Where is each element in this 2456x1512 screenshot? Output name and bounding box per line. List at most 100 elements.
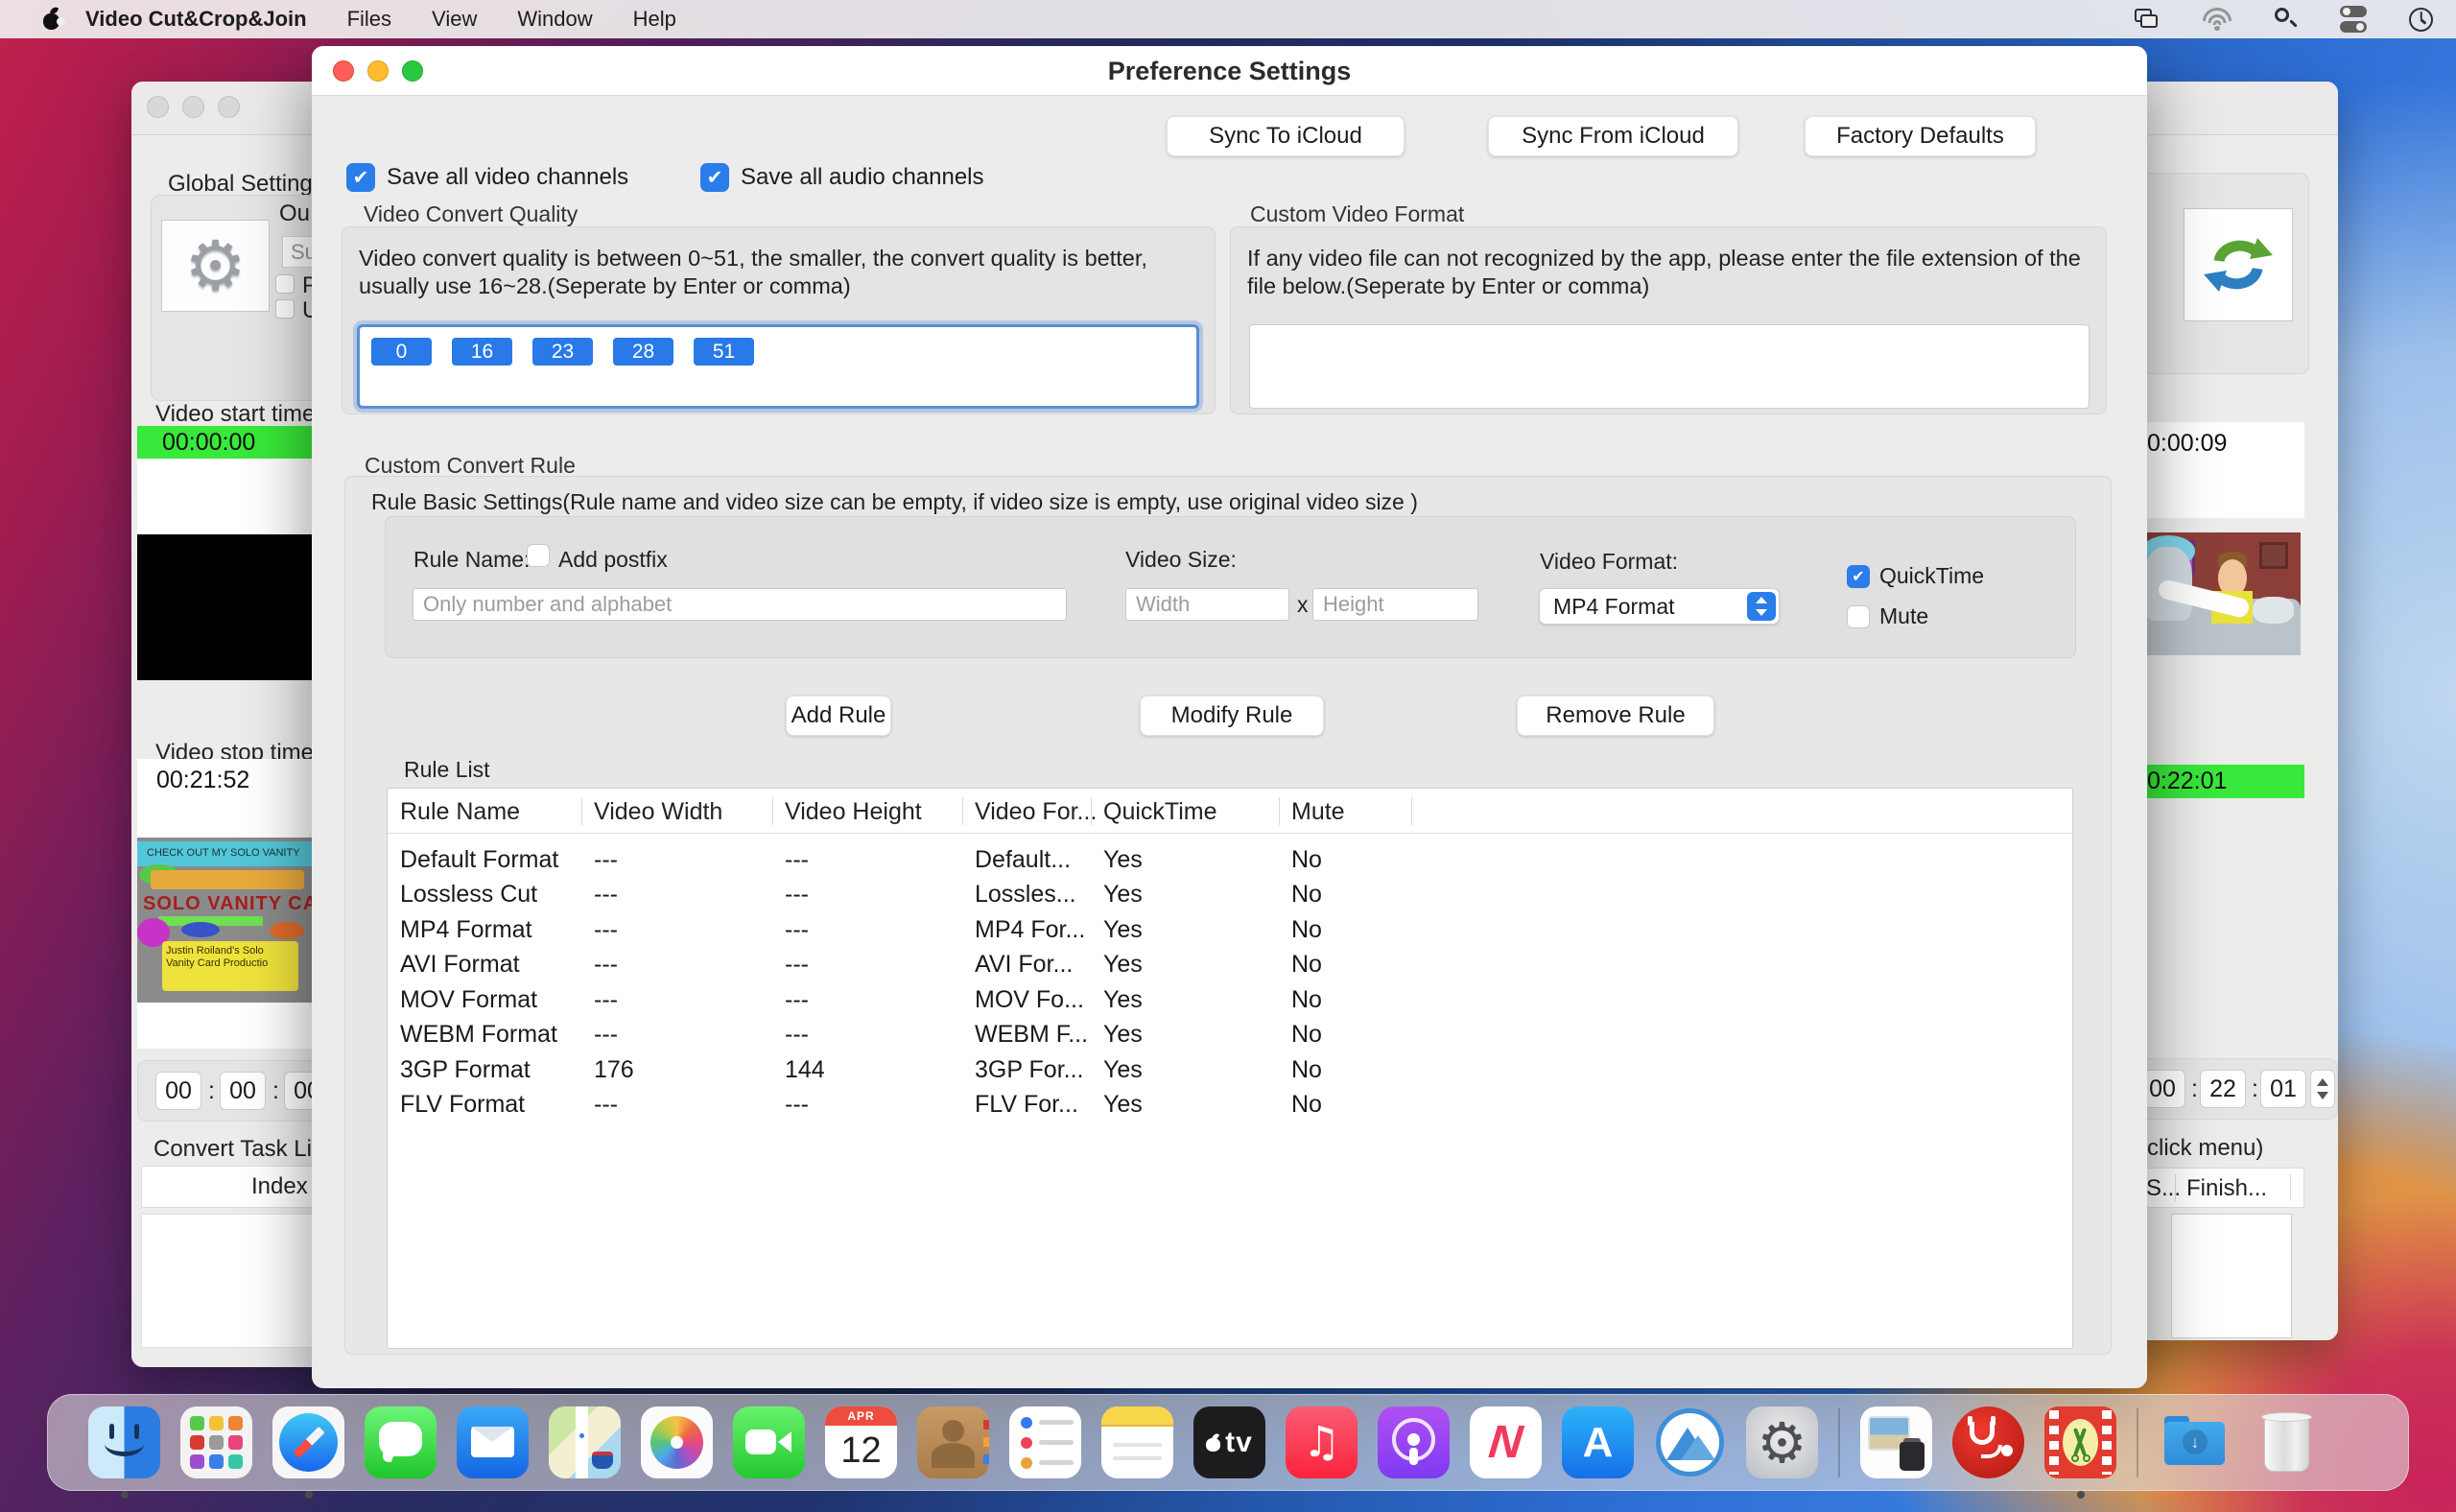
- rule-name-input[interactable]: [413, 588, 1067, 621]
- menu-hint-fragment: -click menu): [2139, 1135, 2263, 1162]
- col-rule-name[interactable]: Rule Name: [400, 798, 520, 826]
- menu-app-name[interactable]: Video Cut&Crop&Join: [85, 7, 307, 32]
- minimize-button-inactive[interactable]: [182, 96, 204, 118]
- table-row[interactable]: WEBM Format------WEBM F...YesNo: [388, 1016, 2072, 1051]
- right-minutes-stepper[interactable]: 22: [2200, 1070, 2246, 1108]
- convert-sync-icon[interactable]: [2184, 208, 2293, 321]
- mute-checkbox[interactable]: [1847, 605, 1870, 628]
- menu-item-window[interactable]: Window: [517, 7, 592, 32]
- dock-divider: [2137, 1408, 2138, 1477]
- table-row[interactable]: AVI Format------AVI For...YesNo: [388, 946, 2072, 981]
- windows-icon[interactable]: [2135, 9, 2160, 30]
- table-row[interactable]: Lossless Cut------Lossles...YesNo: [388, 876, 2072, 911]
- factory-defaults-button[interactable]: Factory Defaults: [1805, 116, 2036, 156]
- dock-podcasts-icon[interactable]: [1378, 1406, 1450, 1478]
- table-row[interactable]: FLV Format------FLV For...YesNo: [388, 1086, 2072, 1122]
- dock-news-icon[interactable]: N: [1470, 1406, 1542, 1478]
- add-postfix-label: Add postfix: [558, 547, 668, 573]
- dock-notes-icon[interactable]: [1101, 1406, 1173, 1478]
- dock-contacts-icon[interactable]: [917, 1406, 989, 1478]
- dock-mountain-app-icon[interactable]: [1654, 1406, 1726, 1478]
- dock-video-cut-crop-join-icon[interactable]: [2044, 1406, 2116, 1478]
- dock-music-icon[interactable]: [1286, 1406, 1358, 1478]
- video-stop-thumbnail: CHECK OUT MY SOLO VANITY SOLO VANITY CAR…: [137, 838, 312, 1003]
- quality-tag[interactable]: 28: [613, 338, 673, 366]
- time-separator: :: [272, 1077, 279, 1105]
- dock-maps-icon[interactable]: [549, 1406, 621, 1478]
- menu-item-files[interactable]: Files: [347, 7, 391, 32]
- col-video-width[interactable]: Video Width: [594, 798, 722, 826]
- rule-name-label: Rule Name:: [413, 547, 530, 573]
- stop-hours-stepper[interactable]: 00: [155, 1072, 201, 1110]
- quality-tag[interactable]: 23: [532, 338, 593, 366]
- save-audio-channels-row[interactable]: Save all audio channels: [700, 163, 984, 192]
- remove-rule-button[interactable]: Remove Rule: [1517, 696, 1714, 736]
- dock-image-watermark-icon[interactable]: [1860, 1406, 1932, 1478]
- table-row[interactable]: Default Format------Default...YesNo: [388, 834, 2072, 876]
- clock-icon[interactable]: [2409, 8, 2433, 32]
- dock-finder-icon[interactable]: [88, 1406, 160, 1478]
- quality-tags-input[interactable]: 0 16 23 28 51: [357, 324, 1199, 409]
- output-label-fragment: Ou: [279, 201, 310, 227]
- gear-icon[interactable]: [161, 220, 270, 312]
- sync-from-icloud-button[interactable]: Sync From iCloud: [1488, 116, 1738, 156]
- dock-stethoscope-app-icon[interactable]: [1952, 1406, 2024, 1478]
- quality-tag[interactable]: 51: [694, 338, 754, 366]
- save-video-checkbox[interactable]: [346, 163, 375, 192]
- table-row[interactable]: MP4 Format------MP4 For...YesNo: [388, 911, 2072, 947]
- height-input[interactable]: [1312, 588, 1478, 621]
- dock-calendar-icon[interactable]: APR 12: [825, 1406, 897, 1478]
- dock-app-store-icon[interactable]: A: [1562, 1406, 1634, 1478]
- dock-mail-icon[interactable]: [457, 1406, 529, 1478]
- menu-item-view[interactable]: View: [432, 7, 477, 32]
- search-icon[interactable]: [2275, 8, 2298, 31]
- col-video-height[interactable]: Video Height: [785, 798, 922, 826]
- close-button-inactive[interactable]: [147, 96, 169, 118]
- add-rule-button[interactable]: Add Rule: [786, 696, 891, 736]
- dock-launchpad-icon[interactable]: [180, 1406, 252, 1478]
- dock-downloads-folder-icon[interactable]: ↓: [2159, 1406, 2231, 1478]
- dock-facetime-icon[interactable]: [733, 1406, 805, 1478]
- size-separator: x: [1297, 592, 1309, 618]
- quality-tag[interactable]: 0: [371, 338, 432, 366]
- wifi-icon[interactable]: [2202, 8, 2232, 31]
- control-center-icon[interactable]: [2340, 6, 2367, 33]
- dock-system-preferences-icon[interactable]: [1746, 1406, 1818, 1478]
- quicktime-checkbox[interactable]: [1847, 565, 1870, 588]
- apple-menu-icon[interactable]: [42, 8, 61, 31]
- save-audio-checkbox[interactable]: [700, 163, 729, 192]
- custom-format-input[interactable]: [1249, 324, 2090, 409]
- u-checkbox[interactable]: [275, 299, 295, 319]
- table-row[interactable]: 3GP Format1761443GP For...YesNo: [388, 1051, 2072, 1087]
- preference-settings-dialog: Preference Settings Sync To iCloud Sync …: [312, 46, 2147, 1388]
- modify-rule-button[interactable]: Modify Rule: [1140, 696, 1324, 736]
- dock-trash-icon[interactable]: [2251, 1406, 2323, 1478]
- result-list-area[interactable]: [2171, 1214, 2292, 1338]
- col-video-format[interactable]: Video For...: [975, 798, 1097, 826]
- dock-reminders-icon[interactable]: [1009, 1406, 1081, 1478]
- sync-to-icloud-button[interactable]: Sync To iCloud: [1167, 116, 1405, 156]
- p-checkbox[interactable]: [275, 274, 295, 294]
- quality-tag[interactable]: 16: [452, 338, 512, 366]
- menu-item-help[interactable]: Help: [633, 7, 676, 32]
- save-video-channels-row[interactable]: Save all video channels: [346, 163, 628, 192]
- dock-safari-icon[interactable]: [272, 1406, 344, 1478]
- table-row[interactable]: MOV Format------MOV Fo...YesNo: [388, 981, 2072, 1017]
- dock-messages-icon[interactable]: [365, 1406, 437, 1478]
- add-postfix-checkbox[interactable]: [527, 544, 550, 567]
- dock-apple-tv-icon[interactable]: tv: [1193, 1406, 1265, 1478]
- stop-minutes-stepper[interactable]: 00: [220, 1072, 266, 1110]
- video-format-select[interactable]: MP4 Format: [1539, 588, 1780, 625]
- save-audio-label: Save all audio channels: [741, 164, 984, 191]
- right-seconds-stepper[interactable]: 01: [2260, 1070, 2306, 1108]
- width-input[interactable]: [1125, 588, 1289, 621]
- custom-video-format-label: Custom Video Format: [1250, 201, 1464, 227]
- right-time-stepper-control[interactable]: [2310, 1070, 2335, 1108]
- quicktime-row[interactable]: QuickTime: [1847, 563, 1984, 589]
- zoom-button-inactive[interactable]: [218, 96, 240, 118]
- col-quicktime[interactable]: QuickTime: [1103, 798, 1217, 826]
- mute-row[interactable]: Mute: [1847, 603, 1928, 629]
- col-mute[interactable]: Mute: [1291, 798, 1345, 826]
- video-convert-quality-box: Video convert quality is between 0~51, t…: [342, 226, 1216, 414]
- dock-photos-icon[interactable]: [641, 1406, 713, 1478]
